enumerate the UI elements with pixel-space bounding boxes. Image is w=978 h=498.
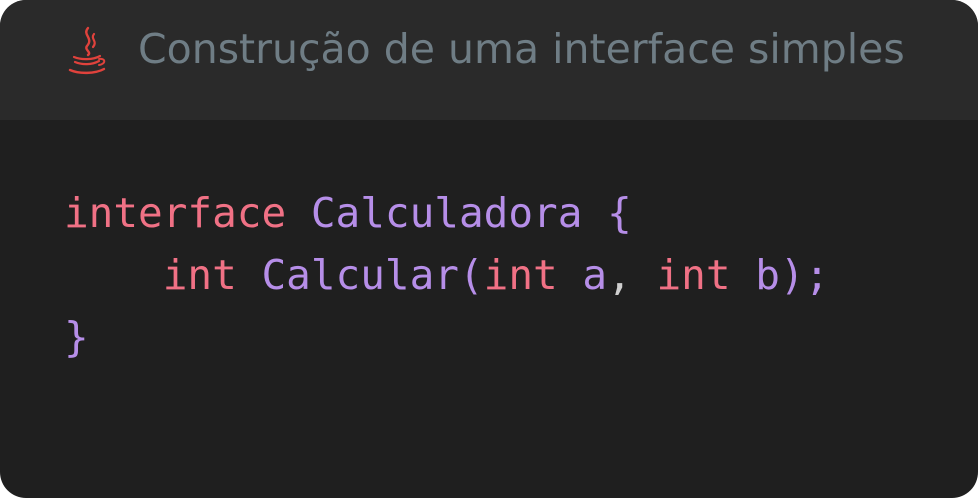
code-open-brace: { — [607, 189, 632, 237]
code-return-type: int — [162, 251, 237, 299]
page-title: Construção de uma interface simples — [138, 25, 905, 73]
java-icon — [68, 26, 106, 75]
code-param1-name: a — [582, 251, 608, 299]
code-param1-type: int — [483, 251, 558, 299]
code-line-1: interface Calculadora { — [64, 189, 632, 237]
code-card-header: Construção de uma interface simples — [0, 0, 978, 120]
code-param2-name: b — [755, 251, 780, 299]
code-method-name: Calcular — [261, 251, 459, 299]
code-block: interface Calculadora { int Calcular(int… — [64, 182, 829, 368]
code-open-paren: ( — [458, 251, 484, 299]
code-line-3: } — [64, 313, 89, 361]
code-close-brace: } — [64, 313, 89, 361]
code-comma: , — [607, 251, 632, 299]
code-close-paren-semicolon: ); — [779, 251, 830, 299]
code-card: Construção de uma interface simples inte… — [0, 0, 978, 498]
code-keyword-interface: interface — [64, 189, 287, 237]
code-param2-type: int — [656, 251, 731, 299]
code-line-2: int Calcular(int a, int b); — [64, 251, 830, 299]
code-interface-name: Calculadora — [310, 189, 583, 237]
